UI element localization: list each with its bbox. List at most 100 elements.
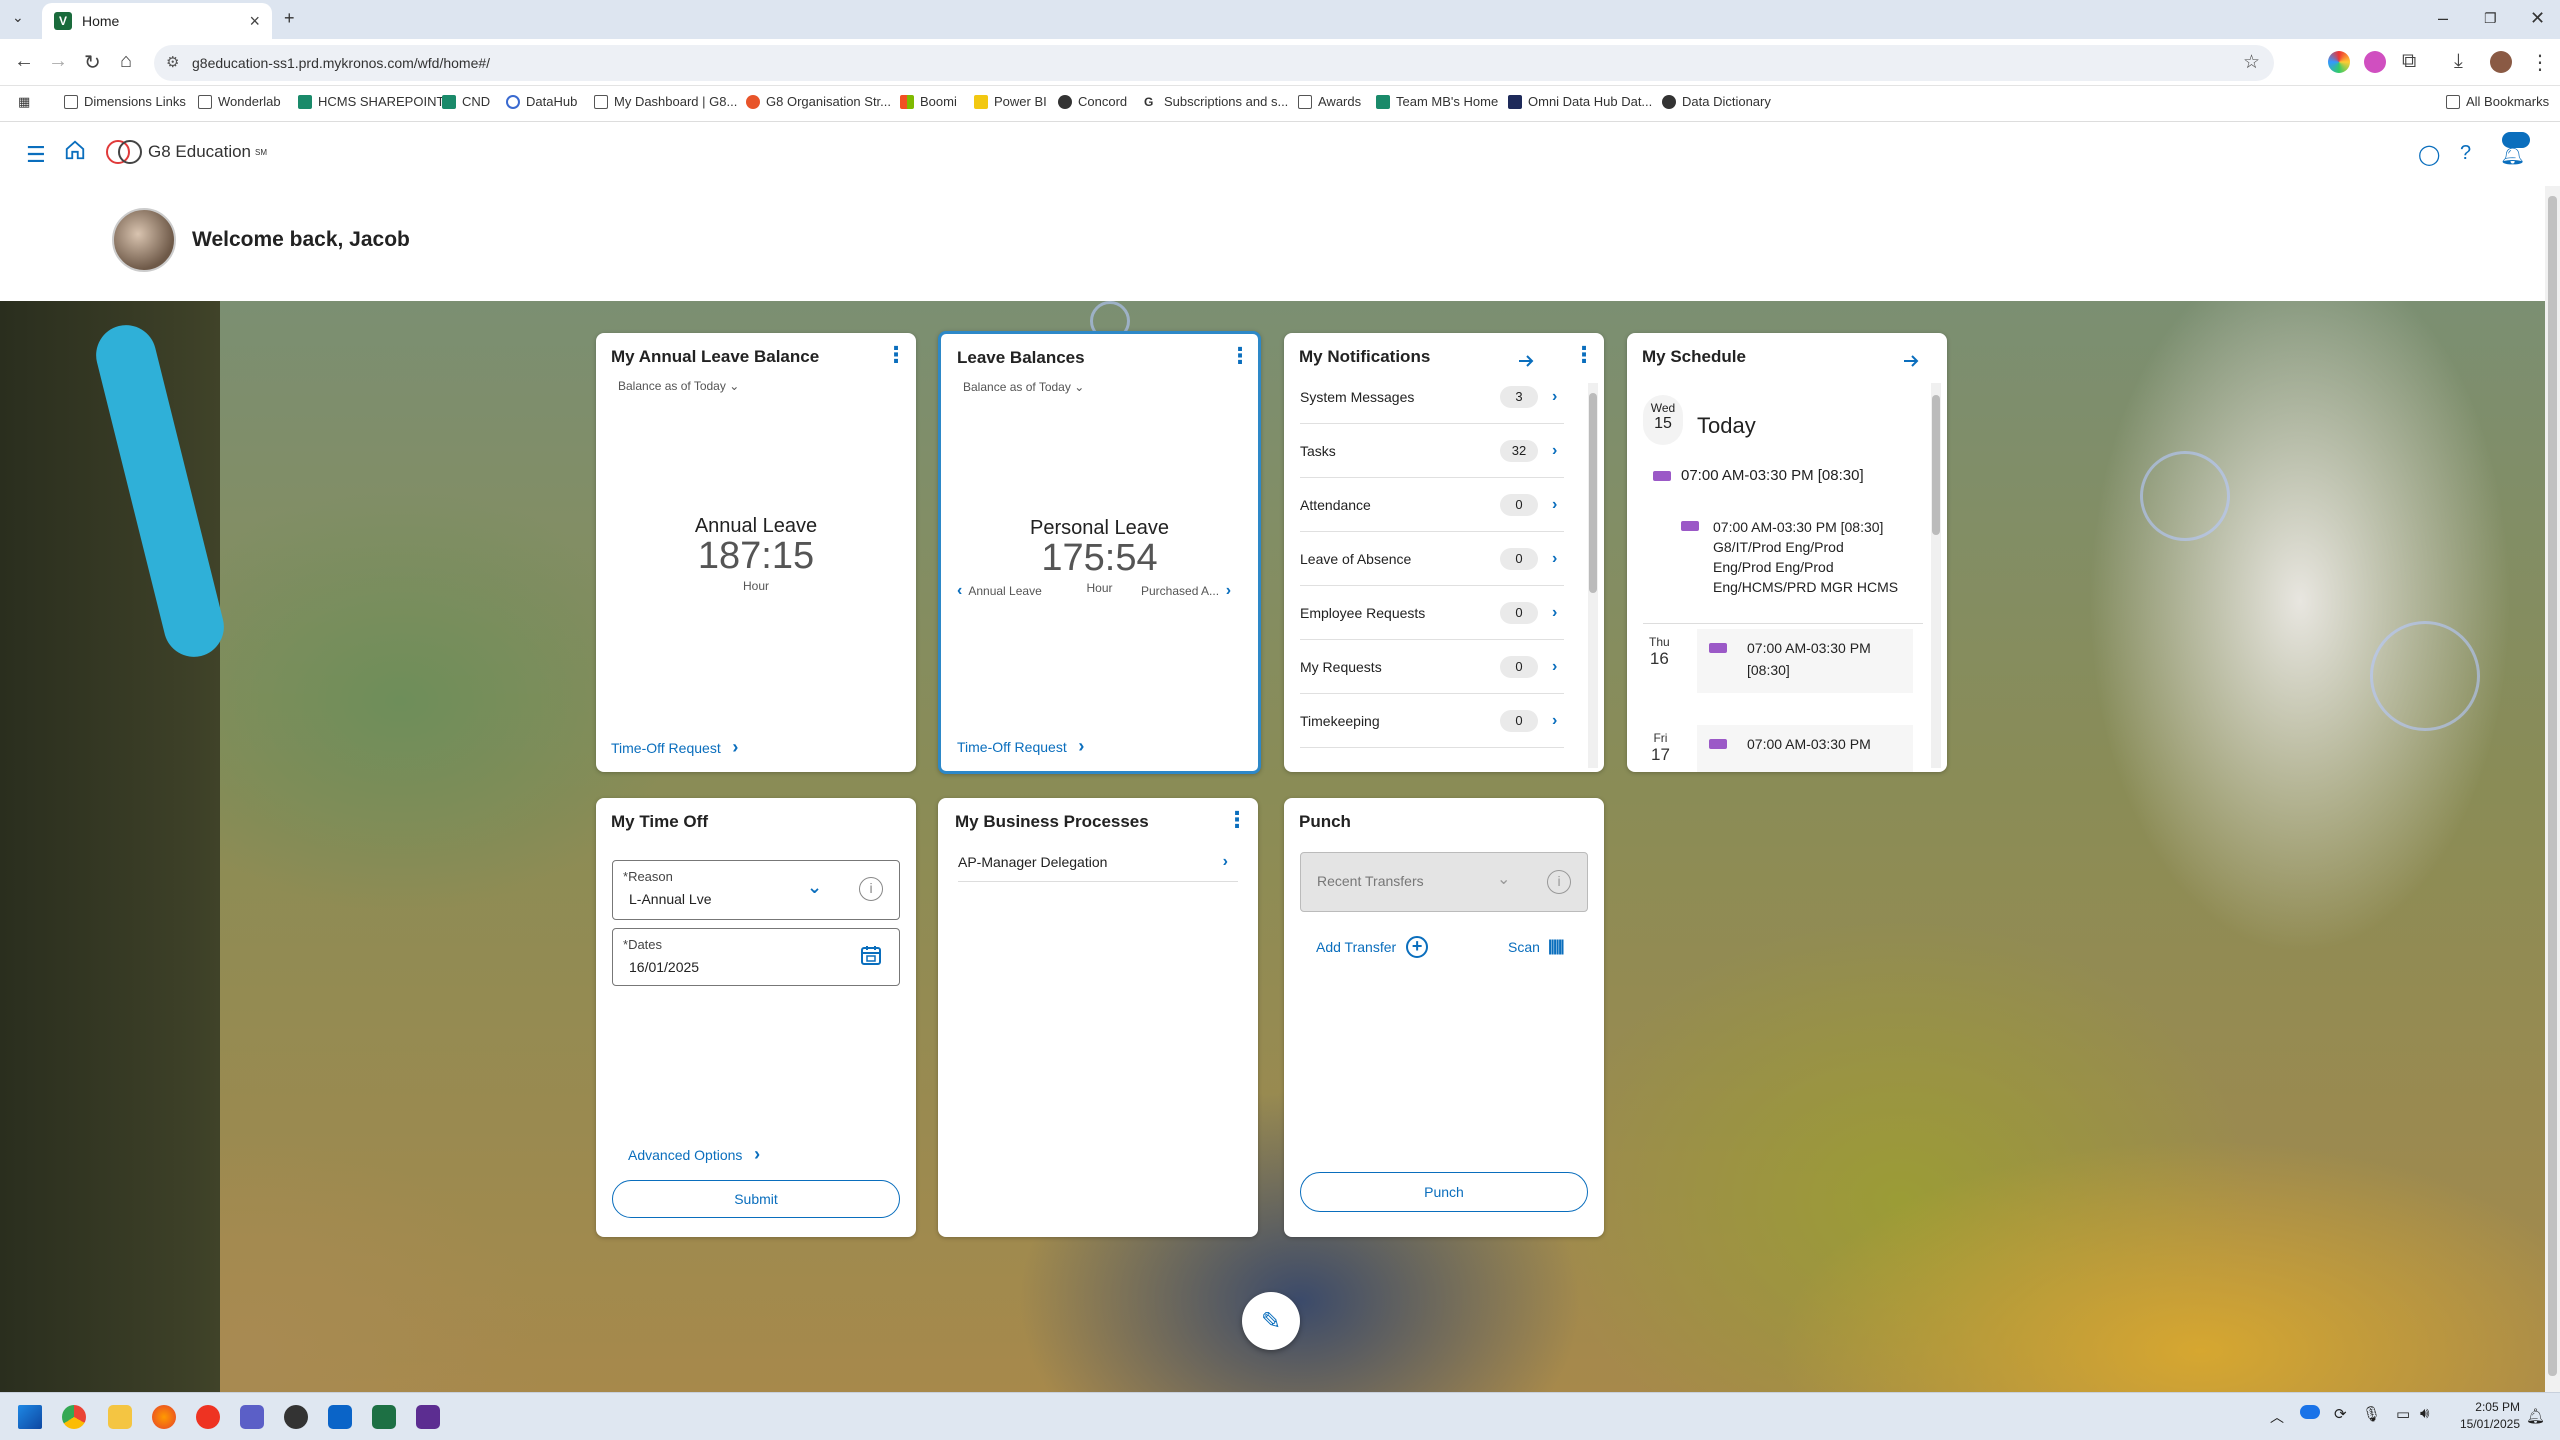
bookmark-item[interactable]: DataHub	[506, 94, 577, 109]
notifications-scrollbar[interactable]	[1588, 383, 1598, 768]
punch-button[interactable]: Punch	[1300, 1172, 1588, 1212]
window-close-icon[interactable]: ✕	[2530, 8, 2545, 29]
recent-transfers-select[interactable]: Recent Transfers ⌄ i	[1300, 852, 1588, 912]
onedrive-icon[interactable]	[2300, 1405, 2320, 1419]
download-icon[interactable]: ⤓	[2454, 50, 2463, 73]
notification-row[interactable]: My Requests 0 ›	[1300, 640, 1564, 694]
extensions-puzzle-icon[interactable]: ⧉	[2402, 50, 2416, 73]
balance-date-dropdown[interactable]: Balance as of Today ⌄	[963, 380, 1084, 394]
file-explorer-icon[interactable]	[108, 1405, 132, 1429]
bookmark-item[interactable]: CND	[442, 94, 490, 109]
home-icon[interactable]: ⌂	[120, 50, 132, 73]
business-process-item[interactable]: AP-Manager Delegation ›	[958, 842, 1238, 882]
bookmark-item[interactable]: G Subscriptions and s...	[1144, 94, 1288, 109]
notification-row[interactable]: Attendance 0 ›	[1300, 478, 1564, 532]
firefox-icon[interactable]	[152, 1405, 176, 1429]
browser-tab[interactable]: V Home ×	[42, 3, 272, 39]
notification-row[interactable]: Tasks 32 ›	[1300, 424, 1564, 478]
edit-layout-button[interactable]: ✎	[1242, 1292, 1300, 1350]
notification-row[interactable]: Leave of Absence 0 ›	[1300, 532, 1564, 586]
calendar-icon[interactable]	[859, 943, 883, 967]
minimize-icon[interactable]: –	[2438, 8, 2448, 29]
outlook-icon[interactable]	[328, 1405, 352, 1429]
back-icon[interactable]: ←	[14, 50, 34, 73]
tab-search-icon[interactable]: ⌄	[12, 9, 24, 26]
notification-row[interactable]: System Messages 3 ›	[1300, 370, 1564, 424]
submit-button[interactable]: Submit	[612, 1180, 900, 1218]
next-leave-button[interactable]: Purchased A... ›	[1141, 582, 1231, 600]
windows-start-icon[interactable]	[18, 1405, 42, 1429]
go-to-arrow-icon[interactable]	[1901, 351, 1921, 371]
more-options-icon[interactable]: ⋮	[885, 344, 907, 366]
bookmark-item[interactable]: Data Dictionary	[1662, 94, 1771, 109]
today-shift-detail[interactable]: 07:00 AM-03:30 PM [08:30] G8/IT/Prod Eng…	[1681, 517, 1905, 597]
network-icon[interactable]: ▭	[2396, 1405, 2410, 1423]
bookmark-star-icon[interactable]: ☆	[2243, 51, 2260, 74]
bookmark-item[interactable]: Wonderlab	[198, 94, 281, 109]
profile-avatar-icon[interactable]	[2490, 51, 2512, 73]
scrollbar-thumb[interactable]	[1589, 393, 1597, 593]
balance-date-dropdown[interactable]: Balance as of Today ⌄	[618, 379, 739, 393]
bookmark-item[interactable]: Team MB's Home	[1376, 94, 1498, 109]
chrome-icon[interactable]	[62, 1405, 86, 1429]
page-scrollbar[interactable]	[2545, 186, 2560, 1392]
teams-icon[interactable]	[240, 1405, 264, 1429]
notification-row[interactable]: Timekeeping 0 ›	[1300, 694, 1564, 748]
info-icon[interactable]: i	[1547, 870, 1571, 894]
avatar[interactable]	[112, 208, 176, 272]
more-options-icon[interactable]: ⋮	[1573, 344, 1595, 366]
notification-row[interactable]: Employee Requests 0 ›	[1300, 586, 1564, 640]
notification-bell-icon[interactable]: 🔔︎	[2526, 1407, 2545, 1425]
tray-chevron-icon[interactable]: ︿	[2270, 1407, 2284, 1427]
all-bookmarks[interactable]: All Bookmarks	[2446, 94, 2549, 109]
shift-thu[interactable]: 07:00 AM-03:30 PM [08:30]	[1697, 629, 1913, 693]
info-icon[interactable]: i	[859, 877, 883, 901]
reload-icon[interactable]: ↻	[84, 50, 101, 75]
advanced-options-link[interactable]: Advanced Options ›	[628, 1144, 760, 1165]
restore-icon[interactable]: ❐	[2484, 10, 2497, 27]
excel-icon[interactable]	[372, 1405, 396, 1429]
time-off-request-link[interactable]: Time-Off Request ›	[611, 737, 738, 758]
forward-icon[interactable]: →	[48, 50, 68, 73]
browser-menu-icon[interactable]: ⋮	[2530, 50, 2550, 75]
add-transfer-button[interactable]: Add Transfer +	[1316, 936, 1429, 958]
bookmark-item[interactable]: G8 Organisation Str...	[746, 94, 891, 109]
reason-select[interactable]: *Reason L-Annual Lve ⌄ i	[612, 860, 900, 920]
dates-field[interactable]: *Dates 16/01/2025	[612, 928, 900, 986]
bookmark-item[interactable]: Concord	[1058, 94, 1127, 109]
home-icon[interactable]	[64, 139, 86, 161]
taskbar-clock[interactable]: 2:05 PM 15/01/2025	[2460, 1399, 2520, 1433]
microphone-icon[interactable]: 🎙︎	[2362, 1405, 2381, 1423]
bookmark-item[interactable]: Awards	[1298, 94, 1361, 109]
go-to-arrow-icon[interactable]	[1516, 351, 1536, 371]
bookmark-item[interactable]: Boomi	[900, 94, 957, 109]
scan-button[interactable]: Scan ||||||	[1508, 938, 1565, 956]
scrollbar-thumb[interactable]	[2548, 196, 2557, 1376]
bookmark-item[interactable]: Dimensions Links	[64, 94, 186, 109]
chat-icon[interactable]: ◯	[2418, 142, 2440, 167]
chatgpt-icon[interactable]	[284, 1405, 308, 1429]
bookmark-item[interactable]: Power BI	[974, 94, 1047, 109]
new-tab-icon[interactable]: +	[284, 8, 295, 29]
site-info-icon[interactable]: ⚙	[166, 53, 179, 71]
today-shift-summary[interactable]: 07:00 AM-03:30 PM [08:30]	[1653, 467, 1864, 484]
schedule-scrollbar[interactable]	[1931, 383, 1941, 768]
more-options-icon[interactable]: ⋮	[1226, 809, 1248, 831]
bookmark-item[interactable]: My Dashboard | G8...	[594, 94, 737, 109]
bookmark-item[interactable]: HCMS SHAREPOINT	[298, 94, 444, 109]
extension-color-icon[interactable]	[2328, 51, 2350, 73]
time-off-request-link[interactable]: Time-Off Request ›	[957, 736, 1084, 757]
scrollbar-thumb[interactable]	[1932, 395, 1940, 535]
apps-grid-icon[interactable]: ▦	[18, 94, 30, 110]
address-bar[interactable]: ⚙ g8education-ss1.prd.mykronos.com/wfd/h…	[154, 45, 2274, 81]
extension-pink-icon[interactable]	[2364, 51, 2386, 73]
previous-leave-button[interactable]: ‹ Annual Leave	[957, 582, 1042, 600]
volume-icon[interactable]: 🔊︎	[2420, 1405, 2429, 1422]
more-options-icon[interactable]: ⋮	[1229, 345, 1251, 367]
sync-icon[interactable]: ⟳	[2334, 1405, 2347, 1423]
main-menu-icon[interactable]: ☰	[26, 142, 46, 168]
app-icon[interactable]	[416, 1405, 440, 1429]
bookmark-item[interactable]: Omni Data Hub Dat...	[1508, 94, 1652, 109]
shift-fri[interactable]: 07:00 AM-03:30 PM	[1697, 725, 1913, 772]
help-icon[interactable]: ?	[2460, 142, 2471, 165]
